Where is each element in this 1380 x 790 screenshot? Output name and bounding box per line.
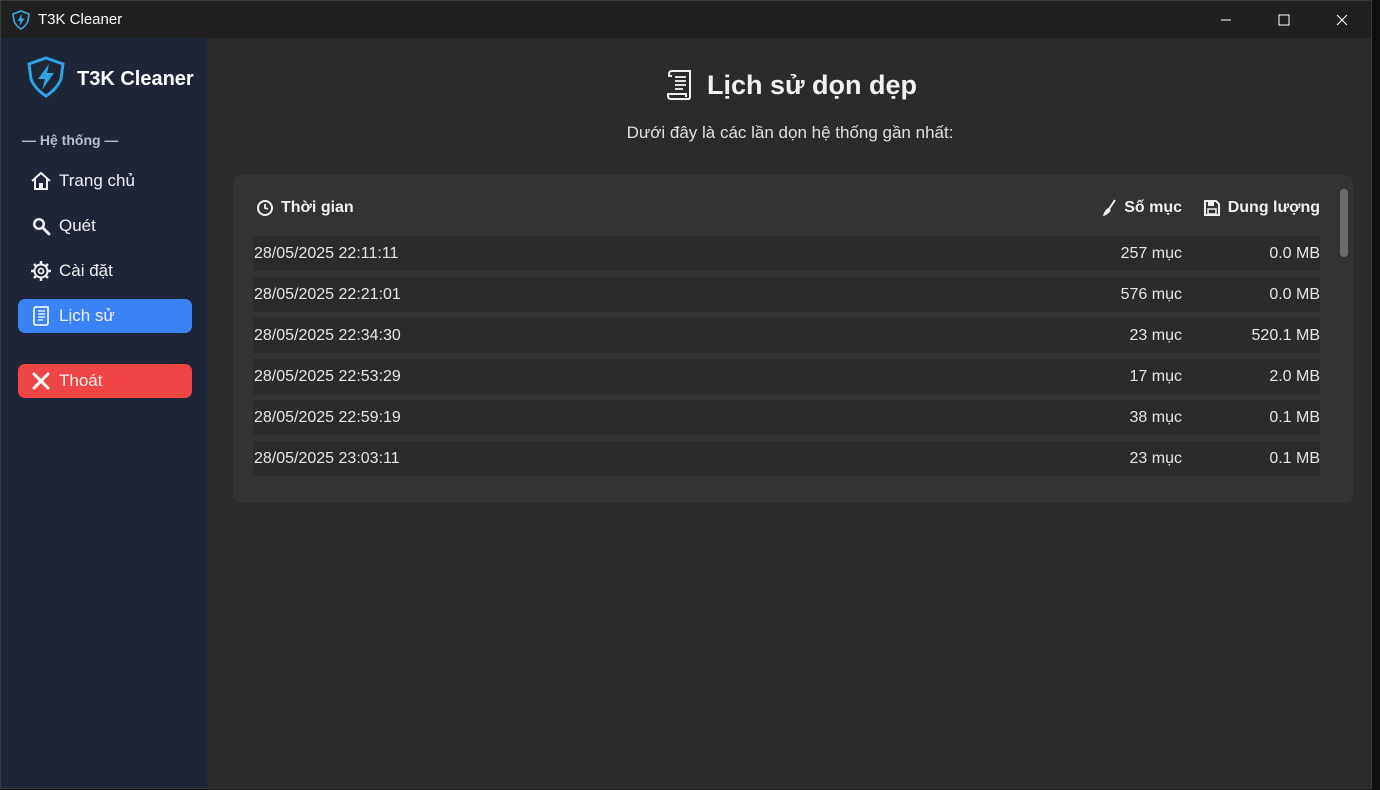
- history-table-panel: Thời gian Số mục Dung lượng 28/05/2025 2…: [233, 175, 1353, 503]
- table-body: 28/05/2025 22:11:11 257 mục 0.0 MB 28/05…: [253, 236, 1320, 482]
- cell-count: 257 mục: [1120, 244, 1182, 262]
- save-icon: [1203, 200, 1220, 216]
- maximize-icon: [1278, 14, 1290, 25]
- sidebar: T3K Cleaner — Hệ thống — Trang chủ Quét …: [1, 38, 207, 788]
- table-row[interactable]: 28/05/2025 22:21:01 576 mục 0.0 MB: [253, 277, 1320, 312]
- cell-time: 28/05/2025 22:59:19: [254, 408, 401, 426]
- cell-time: 28/05/2025 22:53:29: [254, 367, 401, 385]
- brand: T3K Cleaner: [25, 56, 194, 103]
- column-header-count: Số mục: [1042, 199, 1182, 217]
- home-icon: [30, 170, 52, 192]
- table-row[interactable]: 28/05/2025 22:53:29 17 mục 2.0 MB: [253, 359, 1320, 394]
- main-content: Lịch sử dọn dẹp Dưới đây là các lần dọn …: [207, 38, 1373, 790]
- cell-time: 28/05/2025 22:21:01: [254, 285, 401, 303]
- page-title-text: Lịch sử dọn dẹp: [706, 69, 918, 100]
- table-row[interactable]: 28/05/2025 22:34:30 23 mục 520.1 MB: [253, 318, 1320, 353]
- table-scrollbar[interactable]: [1340, 189, 1348, 257]
- minimize-button[interactable]: [1197, 1, 1255, 38]
- cell-size: 0.1 MB: [1269, 449, 1320, 467]
- table-row[interactable]: 28/05/2025 23:03:11 23 mục 0.1 MB: [253, 441, 1320, 476]
- column-header-time: Thời gian: [253, 199, 1042, 217]
- cell-time: 28/05/2025 23:03:11: [254, 449, 400, 467]
- search-icon: [30, 215, 52, 237]
- cell-size: 520.1 MB: [1251, 326, 1320, 344]
- gear-icon: [30, 260, 52, 282]
- sidebar-item-label: Trang chủ: [59, 171, 135, 190]
- sidebar-item-label: Cài đặt: [59, 261, 113, 280]
- close-window-button[interactable]: [1313, 1, 1371, 38]
- scroll-icon: [663, 68, 697, 102]
- scroll-icon: [30, 305, 52, 327]
- exit-button[interactable]: Thoát: [18, 364, 192, 398]
- close-icon: [30, 370, 52, 392]
- sidebar-item-label: Quét: [59, 216, 96, 235]
- cell-count: 576 mục: [1120, 285, 1182, 303]
- cell-size: 2.0 MB: [1269, 367, 1320, 385]
- cell-size: 0.0 MB: [1269, 244, 1320, 262]
- sidebar-item-settings[interactable]: Cài đặt: [18, 254, 192, 288]
- cell-size: 0.0 MB: [1269, 285, 1320, 303]
- sidebar-item-home[interactable]: Trang chủ: [18, 164, 192, 198]
- window-controls: [1197, 1, 1371, 38]
- window-title: T3K Cleaner: [38, 11, 123, 28]
- exit-label: Thoát: [59, 371, 103, 390]
- broom-icon: [1103, 199, 1117, 216]
- brand-name: T3K Cleaner: [77, 68, 194, 90]
- lightning-shield-icon: [25, 56, 67, 103]
- app-window: T3K Cleaner T3K Cleaner — Hệ thống — Tra…: [0, 0, 1372, 789]
- cell-count: 38 mục: [1129, 408, 1182, 426]
- cell-count: 23 mục: [1129, 449, 1182, 467]
- table-row[interactable]: 28/05/2025 22:11:11 257 mục 0.0 MB: [253, 236, 1320, 271]
- close-icon: [1336, 14, 1348, 25]
- cell-size: 0.1 MB: [1269, 408, 1320, 426]
- minimize-icon: [1221, 19, 1231, 20]
- sidebar-item-history[interactable]: Lịch sử: [18, 299, 192, 333]
- page-title: Lịch sử dọn dẹp: [207, 68, 1373, 102]
- table-header: Thời gian Số mục Dung lượng: [253, 195, 1320, 221]
- page-subtitle: Dưới đây là các lần dọn hệ thống gần nhấ…: [626, 123, 954, 142]
- maximize-button[interactable]: [1255, 1, 1313, 38]
- sidebar-item-label: Lịch sử: [59, 306, 115, 325]
- cell-count: 23 mục: [1129, 326, 1182, 344]
- lightning-shield-icon: [11, 9, 31, 30]
- table-row[interactable]: 28/05/2025 22:59:19 38 mục 0.1 MB: [253, 400, 1320, 435]
- sidebar-item-scan[interactable]: Quét: [18, 209, 192, 243]
- cell-time: 28/05/2025 22:34:30: [254, 326, 401, 344]
- cell-count: 17 mục: [1129, 367, 1182, 385]
- cell-time: 28/05/2025 22:11:11: [254, 244, 399, 262]
- title-bar: T3K Cleaner: [1, 1, 1371, 38]
- clock-icon: [257, 200, 273, 216]
- section-label: — Hệ thống —: [22, 132, 119, 148]
- column-header-size: Dung lượng: [1182, 199, 1320, 217]
